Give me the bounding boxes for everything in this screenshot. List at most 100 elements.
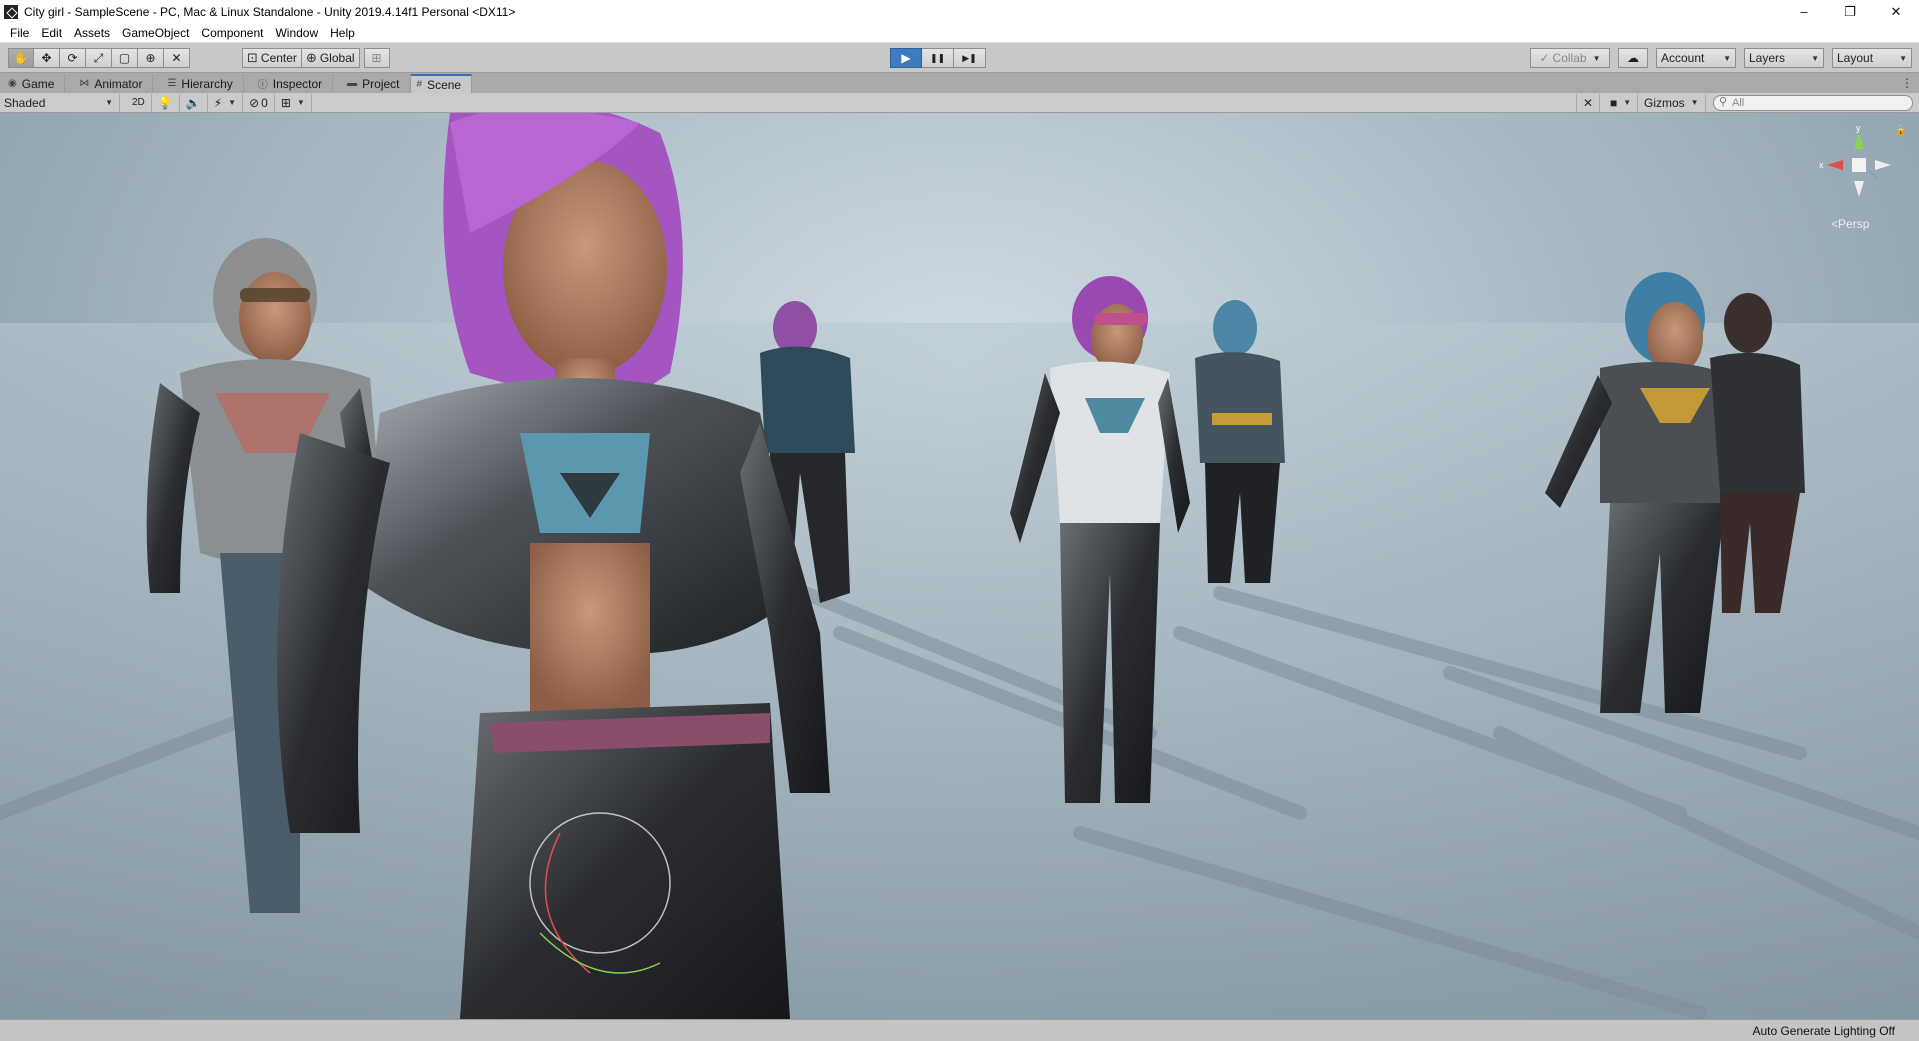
play-button[interactable]: ▶ — [890, 48, 922, 68]
tab-scene[interactable]: # Scene — [410, 74, 473, 93]
menu-component[interactable]: Component — [195, 26, 269, 40]
scene-viewport[interactable]: y x <Persp 🔒 — [0, 113, 1919, 1019]
scale-tool-button[interactable]: ⤢ — [86, 48, 112, 68]
gizmos-dropdown[interactable]: Gizmos ▼ — [1638, 93, 1706, 112]
hand-icon: ✋ — [13, 51, 29, 65]
cloud-button[interactable]: ☁ — [1618, 48, 1648, 68]
transform-tool-button[interactable]: ⊕ — [138, 48, 164, 68]
projection-text: Persp — [1838, 217, 1870, 231]
chevron-down-icon: ▼ — [296, 98, 305, 107]
layout-dropdown[interactable]: Layout ▼ — [1832, 48, 1912, 68]
tab-hierarchy[interactable]: ☰ Hierarchy — [153, 74, 244, 93]
tab-menu-icon[interactable]: ⋮ — [1901, 76, 1913, 90]
layers-dropdown[interactable]: Layers ▼ — [1744, 48, 1824, 68]
window-title: City girl - SampleScene - PC, Mac & Linu… — [24, 4, 516, 19]
restore-button[interactable]: ❐ — [1827, 0, 1873, 23]
rect-icon: ▢ — [118, 51, 131, 65]
pivot-tools: ⊡ Center ⊕ Global ⊞ — [242, 48, 390, 68]
axis-gizmo-icon: y x — [1819, 125, 1891, 197]
rect-tool-button[interactable]: ▢ — [112, 48, 138, 68]
hand-tool-button[interactable]: ✋ — [8, 48, 34, 68]
step-button[interactable]: ▶❚ — [954, 48, 986, 68]
chevron-down-icon: ▼ — [1690, 98, 1699, 107]
layers-label: Layers — [1749, 51, 1786, 65]
menu-file[interactable]: File — [4, 26, 35, 40]
rotate-tool-button[interactable]: ⟳ — [60, 48, 86, 68]
lighting-toggle[interactable]: 💡 — [152, 93, 180, 112]
collab-label: Collab — [1552, 51, 1587, 65]
check-icon: ✓ — [1539, 51, 1550, 65]
transform-tools: ✋ ✥ ⟳ ⤢ ▢ ⊕ ✕ — [8, 48, 190, 68]
tab-game[interactable]: ◉ Game — [2, 74, 66, 93]
snap-icon: ⊞ — [371, 51, 382, 65]
effects-dropdown[interactable]: ⚡ ▼ — [208, 93, 244, 112]
scene-orientation-gizmo[interactable]: y x <Persp 🔒 — [1819, 125, 1907, 231]
move-tool-button[interactable]: ✥ — [34, 48, 60, 68]
rotate-icon: ⟳ — [67, 51, 78, 65]
inspector-icon: ⓘ — [257, 80, 268, 91]
right-toolbar: ✓ Collab ▼ ☁ Account ▼ Layers ▼ Layout ▼ — [1530, 48, 1912, 68]
account-dropdown[interactable]: Account ▼ — [1656, 48, 1736, 68]
audio-toggle[interactable]: 🔈 — [180, 93, 208, 112]
scene-render — [0, 113, 1919, 1019]
tab-label: Animator — [94, 76, 143, 91]
chevron-down-icon: ▼ — [1592, 53, 1601, 63]
chevron-down-icon: ▼ — [1723, 53, 1731, 63]
menu-assets[interactable]: Assets — [68, 26, 116, 40]
camera-dropdown[interactable]: ■ ▼ — [1604, 93, 1639, 112]
menu-gameobject[interactable]: GameObject — [116, 26, 195, 40]
projection-label[interactable]: <Persp — [1831, 217, 1869, 231]
scene-toolbar: Shaded▼ 2D 💡 🔈 ⚡▼ ⊘0 ⊞▼ ✕ ■▼ Gizmos▼ All — [0, 93, 1919, 113]
lock-icon[interactable]: 🔒 — [1895, 125, 1907, 136]
grid-dropdown[interactable]: ⊞ ▼ — [275, 93, 312, 112]
tab-project[interactable]: ▬ Project — [333, 74, 411, 93]
scene-search-input[interactable]: All — [1713, 95, 1913, 111]
pause-button[interactable]: ❚❚ — [922, 48, 954, 68]
minimize-button[interactable]: – — [1781, 0, 1827, 23]
window-tabs: ◉ Game ⋈ Animator ☰ Hierarchy ⓘ Inspector ▬ P… — [0, 73, 1919, 93]
tab-label: Scene — [427, 77, 462, 92]
draw-mode-label: Shaded — [4, 95, 46, 110]
tab-inspector[interactable]: ⓘ Inspector — [244, 74, 334, 93]
tab-label: Hierarchy — [181, 76, 233, 91]
cloud-icon: ☁ — [1627, 51, 1639, 65]
draw-mode-dropdown[interactable]: Shaded ▼ — [0, 93, 120, 112]
space-label: Global — [319, 51, 355, 65]
layout-label: Layout — [1837, 51, 1874, 65]
close-button[interactable]: ✕ — [1873, 0, 1919, 23]
lighting-status[interactable]: Auto Generate Lighting Off — [1752, 1024, 1895, 1038]
collab-dropdown[interactable]: ✓ Collab ▼ — [1530, 48, 1610, 68]
scale-icon: ⤢ — [93, 50, 104, 65]
menu-window[interactable]: Window — [269, 26, 324, 40]
hidden-count: 0 — [261, 95, 268, 110]
animator-icon: ⋈ — [79, 78, 90, 89]
snap-toggle[interactable]: ⊞ — [363, 48, 390, 68]
main-toolbar: ✋ ✥ ⟳ ⤢ ▢ ⊕ ✕ ⊡ Center ⊕ Global ⊞ ▶ ❚❚ ▶❚ … — [0, 43, 1919, 73]
menu-edit[interactable]: Edit — [35, 26, 68, 40]
game-icon: ◉ — [8, 78, 17, 89]
tab-animator[interactable]: ⋈ Animator — [65, 74, 154, 93]
scene-icon: # — [416, 79, 423, 90]
pivot-center-toggle[interactable]: ⊡ Center — [242, 48, 302, 68]
unity-logo-icon — [4, 4, 18, 19]
chevron-down-icon: ▼ — [228, 98, 237, 107]
hierarchy-icon: ☰ — [167, 78, 177, 89]
tools-settings-button[interactable]: ✕ — [1576, 93, 1601, 112]
status-bar: Auto Generate Lighting Off — [0, 1019, 1919, 1041]
menu-help[interactable]: Help — [324, 26, 361, 40]
title-bar: City girl - SampleScene - PC, Mac & Linu… — [0, 0, 1919, 23]
space-global-toggle[interactable]: ⊕ Global — [301, 48, 360, 68]
window-controls: – ❐ ✕ — [1781, 0, 1919, 23]
hidden-objects-toggle[interactable]: ⊘ 0 — [243, 93, 275, 112]
chevron-down-icon: ▼ — [1899, 53, 1907, 63]
tab-label: Project — [362, 76, 400, 91]
y-axis-label: y — [1856, 125, 1861, 133]
toggle-2d-button[interactable]: 2D — [126, 93, 152, 112]
lightbulb-icon: 💡 — [157, 95, 173, 110]
eye-off-icon: ⊘ — [249, 95, 260, 110]
folder-icon: ▬ — [347, 78, 358, 89]
tools-icon: ✕ — [171, 51, 182, 65]
gizmos-label: Gizmos — [1644, 95, 1685, 110]
custom-tool-button[interactable]: ✕ — [164, 48, 190, 68]
effects-icon: ⚡ — [213, 95, 223, 110]
